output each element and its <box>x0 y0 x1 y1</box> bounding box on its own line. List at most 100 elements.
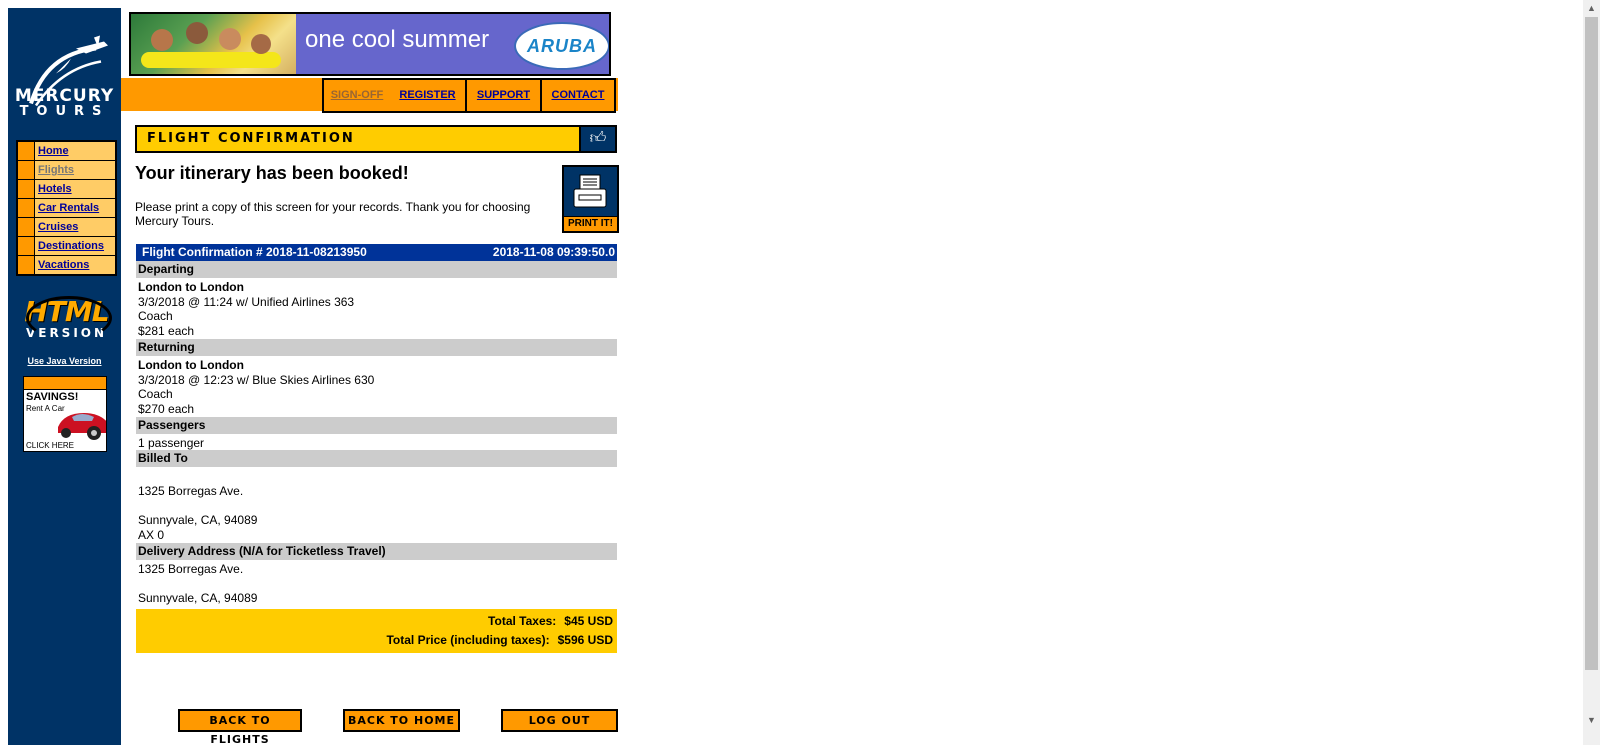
top-nav-bar: SIGN-OFF REGISTER SUPPORT CONTACT <box>121 78 618 113</box>
bullet-square <box>18 199 35 217</box>
mercury-tours-wordmark[interactable]: MERCURY TOURS <box>8 88 121 120</box>
total-price-row: Total Price (including taxes): $596 USD <box>136 631 613 650</box>
ad-top-bar <box>24 377 106 390</box>
passengers-details: 1 passenger <box>136 434 617 451</box>
html-version-logo: HTML VERSION <box>18 296 115 340</box>
back-to-flights-button[interactable]: BACK TO FLIGHTS <box>178 709 302 746</box>
scrollbar-thumb[interactable] <box>1585 17 1598 670</box>
vertical-scrollbar[interactable]: ▲ ▼ <box>1583 0 1600 745</box>
person-shape <box>251 34 271 54</box>
departing-heading: Departing <box>136 261 617 278</box>
total-price-value: $596 USD <box>557 632 613 647</box>
sidebar-link-car-rentals[interactable]: Car Rentals <box>38 202 99 214</box>
bullet-square <box>18 142 35 160</box>
billed-to-details: 1325 Borregas Ave. Sunnyvale, CA, 94089 … <box>136 467 617 542</box>
total-taxes-value: $45 USD <box>564 613 613 628</box>
thumbs-up-icon: 👍︎ <box>579 127 615 151</box>
confirmation-number: Flight Confirmation # 2018-11-08213950 <box>142 245 367 259</box>
printer-icon <box>573 174 607 208</box>
sidebar-item-vacations[interactable]: Vacations <box>18 256 115 274</box>
scroll-down-arrow-icon[interactable]: ▼ <box>1583 712 1600 729</box>
returning-heading: Returning <box>136 338 617 356</box>
sidebar-item-flights[interactable]: Flights <box>18 161 115 180</box>
red-car-icon <box>58 413 106 440</box>
departing-flight: 3/3/2018 @ 11:24 w/ Unified Airlines 363 <box>138 294 355 309</box>
signoff-cell[interactable]: SIGN-OFF <box>322 78 392 113</box>
delivery-heading: Delivery Address (N/A for Ticketless Tra… <box>136 542 617 560</box>
returning-flight: 3/3/2018 @ 12:23 w/ Blue Skies Airlines … <box>138 372 375 387</box>
register-link[interactable]: REGISTER <box>399 89 455 101</box>
sidebar-link-home[interactable]: Home <box>38 145 69 157</box>
sidebar-item-destinations[interactable]: Destinations <box>18 237 115 256</box>
person-shape <box>186 22 208 44</box>
returning-class: Coach <box>138 387 173 402</box>
passenger-count: 1 passenger <box>138 435 205 450</box>
returning-price: $270 each <box>138 401 195 416</box>
sidebar-link-vacations[interactable]: Vacations <box>38 259 89 271</box>
java-version-link[interactable]: Use Java Version <box>27 356 101 366</box>
page-title: FLIGHT CONFIRMATION <box>147 131 355 146</box>
banner-slogan: one cool summer <box>305 26 490 53</box>
departing-class: Coach <box>138 309 173 324</box>
delivery-details: 1325 Borregas Ave. Sunnyvale, CA, 94089 <box>136 560 617 609</box>
sidebar-link-hotels[interactable]: Hotels <box>38 183 72 195</box>
signoff-link[interactable]: SIGN-OFF <box>331 89 384 101</box>
contact-cell[interactable]: CONTACT <box>542 78 616 113</box>
confirmation-table: Flight Confirmation # 2018-11-08213950 2… <box>136 244 617 653</box>
departing-details: London to London 3/3/2018 @ 11:24 w/ Uni… <box>136 278 617 339</box>
total-price-label: Total Price (including taxes): <box>386 632 550 647</box>
contact-link[interactable]: CONTACT <box>552 89 605 101</box>
departing-price: $281 each <box>138 324 195 339</box>
passengers-heading: Passengers <box>136 416 617 434</box>
sidebar-link-cruises[interactable]: Cruises <box>38 221 78 233</box>
register-cell[interactable]: REGISTER <box>390 78 467 113</box>
billed-street: 1325 Borregas Ave. <box>138 484 244 499</box>
scroll-up-arrow-icon[interactable]: ▲ <box>1583 0 1600 17</box>
billed-to-heading: Billed To <box>136 450 617 468</box>
person-shape <box>219 28 241 50</box>
sidebar-item-cruises[interactable]: Cruises <box>18 218 115 237</box>
support-link[interactable]: SUPPORT <box>477 89 530 101</box>
booked-heading: Your itinerary has been booked! <box>135 163 409 183</box>
billed-card: AX 0 <box>138 528 165 543</box>
sidebar-link-destinations[interactable]: Destinations <box>38 240 104 252</box>
ad-headline: SAVINGS! <box>26 391 79 403</box>
print-button[interactable]: PRINT IT! <box>562 165 619 233</box>
car-rental-ad[interactable]: SAVINGS! Rent A Car CLICK HERE <box>23 376 107 452</box>
bullet-square <box>18 161 35 179</box>
billed-city: Sunnyvale, CA, 94089 <box>138 513 258 528</box>
bullet-square <box>18 256 35 274</box>
bullet-square <box>18 180 35 198</box>
logo-line1: MERCURY <box>14 86 115 106</box>
support-cell[interactable]: SUPPORT <box>467 78 542 113</box>
returning-details: London to London 3/3/2018 @ 12:23 w/ Blu… <box>136 356 617 417</box>
sidebar-item-home[interactable]: Home <box>18 142 115 161</box>
delivery-street: 1325 Borregas Ave. <box>138 561 244 576</box>
banner-photo <box>131 14 296 74</box>
bullet-square <box>18 237 35 255</box>
print-label: PRINT IT! <box>564 216 617 231</box>
departing-route: London to London <box>138 280 244 294</box>
sidebar-item-car-rentals[interactable]: Car Rentals <box>18 199 115 218</box>
sidebar-item-hotels[interactable]: Hotels <box>18 180 115 199</box>
returning-route: London to London <box>138 357 244 372</box>
confirmation-header-row: Flight Confirmation # 2018-11-08213950 2… <box>136 244 617 261</box>
ad-cta: CLICK HERE <box>26 441 75 450</box>
log-out-button[interactable]: LOG OUT <box>501 709 618 732</box>
totals-box: Total Taxes: $45 USD Total Price (includ… <box>136 608 617 653</box>
bullet-square <box>18 218 35 236</box>
back-to-home-button[interactable]: BACK TO HOME <box>343 709 460 732</box>
aruba-banner-ad[interactable]: one cool summer ARUBA <box>129 12 611 76</box>
sidebar-link-flights[interactable]: Flights <box>38 164 74 176</box>
total-taxes-label: Total Taxes: <box>488 613 557 628</box>
person-shape <box>151 29 173 51</box>
main-content: FLIGHT CONFIRMATION 👍︎ Your itinerary ha… <box>135 125 619 653</box>
flight-confirmation-title-bar: FLIGHT CONFIRMATION 👍︎ <box>135 125 617 153</box>
left-sidebar: MERCURY TOURS Home Flights Hotels Car Re… <box>8 8 121 745</box>
swirl-decoration <box>26 296 112 340</box>
logo-line2: TOURS <box>19 104 110 119</box>
raft-shape <box>141 52 281 68</box>
